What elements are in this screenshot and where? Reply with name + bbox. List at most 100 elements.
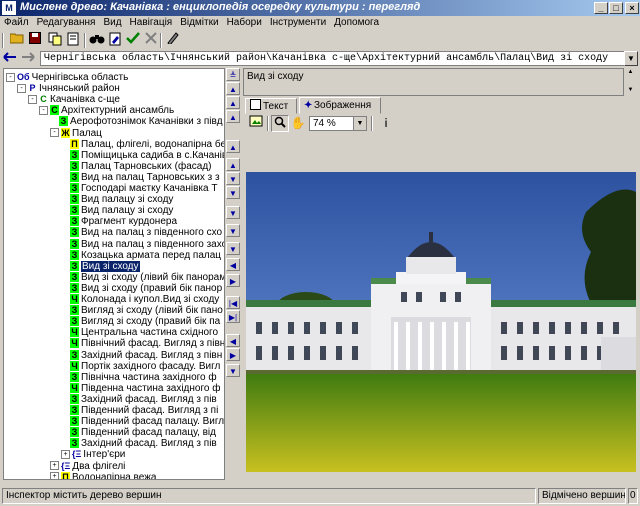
- tree-node[interactable]: З Західний фасад. Вигляд з півн: [61, 349, 222, 361]
- cancel-cross-icon[interactable]: [142, 32, 160, 49]
- copy-icon[interactable]: [46, 32, 64, 49]
- nav-down-icon[interactable]: ▼: [226, 224, 240, 237]
- tree-node[interactable]: З Вид на палац Тарновських з з: [61, 171, 220, 183]
- nav-left-icon[interactable]: ◀: [226, 258, 240, 271]
- back-arrow-icon[interactable]: [2, 50, 18, 66]
- menu-marks[interactable]: Відмітки: [176, 16, 222, 30]
- accept-check-icon[interactable]: [124, 32, 142, 49]
- menu-help[interactable]: Допомога: [330, 16, 383, 30]
- tree-node[interactable]: З Вид на палац з південного захо: [61, 238, 224, 250]
- nav-top-icon[interactable]: ≜: [226, 68, 240, 81]
- document-icon[interactable]: [64, 32, 82, 49]
- nav-forward-icon[interactable]: ▶: [226, 348, 240, 361]
- tree-node[interactable]: - С Качанівка с-ще: [28, 94, 120, 105]
- forward-arrow-icon[interactable]: [20, 50, 36, 66]
- close-button[interactable]: ×: [625, 2, 639, 14]
- tree-node[interactable]: З Господарі маєтку Качанівка Т: [61, 183, 217, 194]
- nav-bottom-icon[interactable]: ▼: [226, 364, 240, 377]
- menu-edit[interactable]: Редагування: [33, 16, 100, 30]
- tree-node-label: Качанівка с-ще: [50, 94, 120, 106]
- maximize-button[interactable]: □: [609, 2, 623, 14]
- collapse-icon[interactable]: -: [28, 95, 37, 105]
- save-icon[interactable]: [26, 32, 44, 49]
- tree-node[interactable]: - Р Ічнянський район: [17, 83, 120, 94]
- hand-pan-icon[interactable]: ✋: [289, 115, 307, 132]
- tree-node[interactable]: З Вид зі сходу (лівий бік панорам: [61, 271, 224, 283]
- tree-node[interactable]: З Вигляд зі сходу (правий бік па: [61, 316, 220, 327]
- tree-node[interactable]: З Поміщицька садиба в с.Качанів: [61, 149, 224, 161]
- collapse-icon[interactable]: -: [39, 106, 48, 116]
- nav-up-icon[interactable]: ▲: [226, 96, 240, 109]
- nav-up-icon[interactable]: ▲: [226, 140, 240, 153]
- tree-panel[interactable]: - Об Чернігівська область - Р Ічнянський райо…: [3, 68, 225, 480]
- collapse-icon[interactable]: -: [6, 72, 15, 82]
- nav-right-end-icon[interactable]: ▶|: [226, 310, 240, 323]
- title-scrollbar[interactable]: ▲ ▼: [623, 68, 637, 96]
- nav-down-icon[interactable]: ▼: [226, 186, 240, 199]
- tree-node[interactable]: З Аерофотознімок Качанівки з півд: [50, 116, 223, 127]
- expand-icon[interactable]: +: [50, 472, 59, 479]
- nav-left-end-icon[interactable]: |◀: [226, 296, 240, 309]
- menu-file[interactable]: Файл: [0, 16, 33, 30]
- tree-node[interactable]: З Палац Тарновських (фасад): [61, 160, 212, 172]
- tree-node[interactable]: З Західний фасад. Вигляд з пів: [61, 393, 217, 405]
- expand-icon[interactable]: +: [61, 450, 70, 460]
- tree-node[interactable]: Ч Портік західного фасаду. Вигл: [61, 360, 220, 372]
- tree-node[interactable]: З Західний фасад. Вигляд з пів: [61, 438, 217, 449]
- tree-node[interactable]: З Вид на палац з південного схо: [61, 227, 222, 238]
- tree-node[interactable]: Ч Центральна частина східного: [61, 327, 218, 338]
- leaf-spacer: [61, 307, 68, 314]
- tree-node[interactable]: З Козацька армата перед палац: [61, 249, 221, 261]
- nav-right-icon[interactable]: ▶: [226, 274, 240, 287]
- path-field[interactable]: Чернігівська область\Ічнянський район\Ка…: [40, 51, 626, 66]
- tree-node[interactable]: + {Ξ Інтер'єри: [61, 449, 125, 460]
- chevron-down-icon[interactable]: ▼: [353, 117, 366, 130]
- menu-sets[interactable]: Набори: [223, 16, 266, 30]
- nav-down-icon[interactable]: ▼: [226, 242, 240, 255]
- tree-node[interactable]: З Вид зі сходу (правий бік панор: [61, 282, 222, 294]
- minimize-button[interactable]: _: [594, 2, 608, 14]
- tree-node[interactable]: З Вид палацу зі сходу: [61, 205, 173, 216]
- node-type-icon: С: [39, 94, 48, 105]
- tree-node[interactable]: - С Архітектурний ансамбль: [39, 105, 174, 116]
- fit-image-icon[interactable]: [247, 115, 265, 132]
- tree-node[interactable]: З Південний фасад палацу. Вигля: [61, 416, 224, 427]
- nav-back-icon[interactable]: ◀: [226, 334, 240, 347]
- tree-node[interactable]: + П Водонапірна вежа: [50, 471, 156, 479]
- chevron-down-icon[interactable]: ▼: [624, 51, 638, 66]
- tree-node[interactable]: З Вид палацу зі сходу: [61, 194, 173, 205]
- tree-node[interactable]: Ч Північний фасад. Вигляд з півн: [61, 338, 224, 349]
- zoom-icon[interactable]: [271, 115, 289, 132]
- tree-node[interactable]: Ч Південна частина західного ф: [61, 382, 220, 394]
- collapse-icon[interactable]: -: [17, 83, 26, 93]
- tree-node[interactable]: З Вигляд зі сходу (лівий бік пано: [61, 305, 223, 316]
- find-binoculars-icon[interactable]: [88, 32, 106, 49]
- pen-tool-icon[interactable]: [164, 32, 182, 49]
- tree-node[interactable]: З Північна частина західного ф: [61, 371, 217, 383]
- collapse-icon[interactable]: -: [50, 128, 59, 138]
- nav-down-icon[interactable]: ▼: [226, 172, 240, 185]
- menu-view[interactable]: Вид: [99, 16, 125, 30]
- tree-node[interactable]: - Ж Палац: [50, 127, 102, 139]
- document-edit-icon[interactable]: [106, 32, 124, 49]
- info-icon[interactable]: i: [377, 115, 395, 132]
- tree-node[interactable]: З Південний фасад палацу, від: [61, 427, 216, 438]
- nav-down-icon[interactable]: ▼: [226, 206, 240, 219]
- tree-node[interactable]: З Вид зі сходу: [61, 260, 140, 272]
- tree-node[interactable]: П Палац, флігелі, водонапірна бе: [61, 138, 224, 150]
- tree-node[interactable]: + {Ξ Два флігелі: [50, 460, 125, 472]
- tree-node[interactable]: З Південний фасад. Вигляд з пі: [61, 405, 218, 416]
- nav-up-icon[interactable]: ▲: [226, 158, 240, 171]
- tree-node[interactable]: - Об Чернігівська область: [6, 72, 128, 83]
- menu-tools[interactable]: Інструменти: [266, 16, 330, 30]
- open-folder-icon[interactable]: [8, 32, 26, 49]
- nav-prev-level-icon[interactable]: ▲: [226, 82, 240, 95]
- nav-up-icon[interactable]: ▲: [226, 110, 240, 123]
- tree-node[interactable]: Ч Колонада і купол.Вид зі сходу: [61, 294, 219, 305]
- tab-image[interactable]: ✦ Зображення: [299, 97, 381, 114]
- tree-node[interactable]: З Фрагмент курдонера: [61, 216, 177, 227]
- expand-icon[interactable]: +: [50, 461, 59, 471]
- menu-navigation[interactable]: Навігація: [126, 16, 177, 30]
- zoom-select[interactable]: 74 % ▼: [309, 116, 367, 131]
- tab-text[interactable]: Текст: [245, 98, 297, 114]
